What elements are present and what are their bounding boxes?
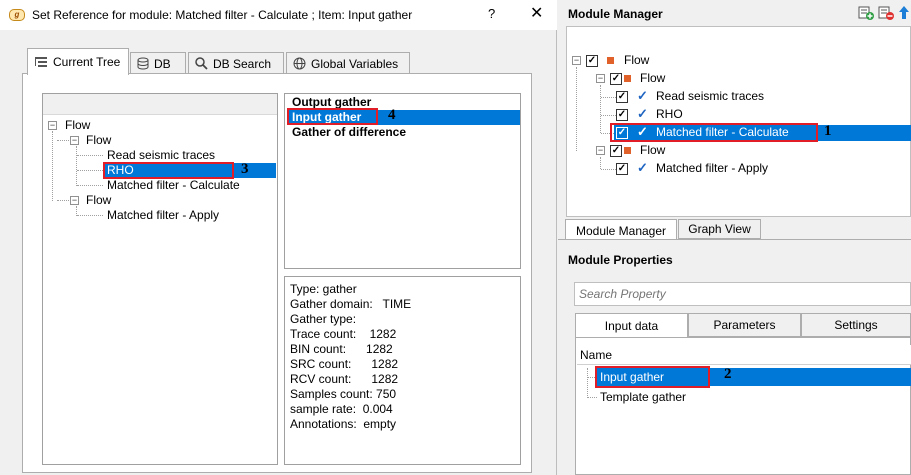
mm-node-flow-root[interactable]: Flow bbox=[624, 53, 649, 68]
column-header: Name bbox=[577, 345, 911, 365]
checkbox-flow-1[interactable]: ✓ bbox=[610, 73, 622, 85]
tab-parameters[interactable]: Parameters bbox=[688, 313, 801, 337]
dialog-title: Set Reference for module: Matched filter… bbox=[32, 8, 413, 22]
info-samples-count: Samples count: 750 bbox=[290, 387, 397, 401]
info-trace-count: Trace count: 1282 bbox=[290, 327, 397, 341]
collapse-icon[interactable]: − bbox=[596, 74, 605, 83]
flow-icon bbox=[607, 57, 614, 64]
set-reference-dialog: g Set Reference for module: Matched filt… bbox=[0, 0, 557, 475]
tree-icon bbox=[35, 57, 47, 67]
tab-settings[interactable]: Settings bbox=[801, 313, 911, 337]
tab-module-manager[interactable]: Module Manager bbox=[565, 219, 677, 240]
add-module-icon[interactable] bbox=[858, 6, 875, 21]
info-type: Type: gather bbox=[290, 282, 357, 296]
highlight-box-3 bbox=[103, 162, 234, 179]
property-template-gather[interactable]: Template gather bbox=[600, 390, 686, 405]
tree-node-flow-1[interactable]: Flow bbox=[86, 133, 111, 148]
module-manager-title: Module Manager bbox=[568, 7, 663, 21]
tree-node-read-seismic[interactable]: Read seismic traces bbox=[107, 148, 215, 163]
flow-icon bbox=[624, 147, 631, 154]
info-bin-count: BIN count: 1282 bbox=[290, 342, 393, 356]
checkbox-matched-filter-apply[interactable]: ✓ bbox=[616, 163, 628, 175]
tab-label: DB bbox=[154, 56, 171, 71]
info-gather-domain: Gather domain: TIME bbox=[290, 297, 412, 311]
info-src-count: SRC count: 1282 bbox=[290, 357, 399, 371]
tab-db[interactable]: DB bbox=[130, 52, 186, 74]
mm-node-matched-filter-apply[interactable]: Matched filter - Apply bbox=[656, 161, 768, 176]
module-properties-title: Module Properties bbox=[568, 253, 673, 267]
enabled-check-icon: ✓ bbox=[637, 106, 648, 121]
tab-graph-view[interactable]: Graph View bbox=[678, 219, 761, 239]
highlight-box-2 bbox=[595, 366, 710, 388]
collapse-icon[interactable]: − bbox=[572, 56, 581, 65]
tree-node-matched-filter-calculate[interactable]: Matched filter - Calculate bbox=[107, 178, 240, 193]
tree-node-flow-2[interactable]: Flow bbox=[86, 193, 111, 208]
tab-input-data[interactable]: Input data bbox=[575, 313, 688, 338]
info-sample-rate: sample rate: 0.004 bbox=[290, 402, 393, 416]
tab-db-search[interactable]: DB Search bbox=[188, 52, 284, 74]
module-tree-panel bbox=[566, 26, 911, 217]
callout-2: 2 bbox=[724, 366, 732, 382]
enabled-check-icon: ✓ bbox=[637, 160, 648, 175]
collapse-icon[interactable]: − bbox=[70, 196, 79, 205]
mm-node-flow-1[interactable]: Flow bbox=[640, 71, 665, 86]
tree-node-flow-root[interactable]: Flow bbox=[65, 118, 90, 133]
flow-icon bbox=[624, 75, 631, 82]
checkbox-flow-2[interactable]: ✓ bbox=[610, 145, 622, 157]
move-up-icon[interactable] bbox=[898, 5, 911, 21]
info-gather-type: Gather type: bbox=[290, 312, 357, 326]
app-icon: g bbox=[9, 9, 25, 21]
close-button[interactable]: ✕ bbox=[530, 3, 543, 23]
callout-3: 3 bbox=[241, 161, 249, 177]
search-icon bbox=[195, 57, 208, 70]
checkbox-rho[interactable]: ✓ bbox=[616, 109, 628, 121]
collapse-icon[interactable]: − bbox=[48, 121, 57, 130]
mm-node-rho[interactable]: RHO bbox=[656, 107, 683, 122]
collapse-icon[interactable]: − bbox=[596, 146, 605, 155]
enabled-check-icon: ✓ bbox=[637, 88, 648, 103]
highlight-box-1 bbox=[610, 123, 818, 142]
callout-4: 4 bbox=[388, 107, 396, 123]
help-button[interactable]: ? bbox=[488, 6, 495, 21]
tab-global-variables[interactable]: Global Variables bbox=[286, 52, 410, 74]
remove-module-icon[interactable] bbox=[878, 6, 895, 21]
tree-header bbox=[43, 94, 277, 115]
mm-node-read-seismic[interactable]: Read seismic traces bbox=[656, 89, 764, 104]
info-rcv-count: RCV count: 1282 bbox=[290, 372, 399, 386]
search-property-input[interactable] bbox=[574, 282, 911, 306]
checkbox-read-seismic[interactable]: ✓ bbox=[616, 91, 628, 103]
tree-node-matched-filter-apply[interactable]: Matched filter - Apply bbox=[107, 208, 219, 223]
right-pane: Module Manager − ✓ Flow − ✓ Flow ✓ ✓ Rea… bbox=[558, 0, 911, 475]
column-name: Name bbox=[580, 348, 613, 362]
collapse-icon[interactable]: − bbox=[70, 136, 79, 145]
callout-1: 1 bbox=[824, 123, 832, 139]
database-icon bbox=[137, 57, 149, 70]
info-annotations: Annotations: empty bbox=[290, 417, 397, 431]
tab-label: Current Tree bbox=[53, 55, 121, 69]
checkbox-flow-root[interactable]: ✓ bbox=[586, 55, 598, 67]
globe-icon bbox=[293, 57, 306, 70]
gather-info-panel: Type: gather Gather domain: TIME Gather … bbox=[284, 276, 521, 465]
highlight-box-4 bbox=[287, 108, 378, 125]
tab-label: Global Variables bbox=[311, 56, 399, 71]
dialog-titlebar: g Set Reference for module: Matched filt… bbox=[0, 0, 557, 30]
list-item-gather-of-difference[interactable]: Gather of difference bbox=[288, 125, 520, 140]
mm-node-flow-2[interactable]: Flow bbox=[640, 143, 665, 158]
tab-label: DB Search bbox=[213, 56, 272, 71]
tab-current-tree[interactable]: Current Tree bbox=[27, 48, 129, 75]
